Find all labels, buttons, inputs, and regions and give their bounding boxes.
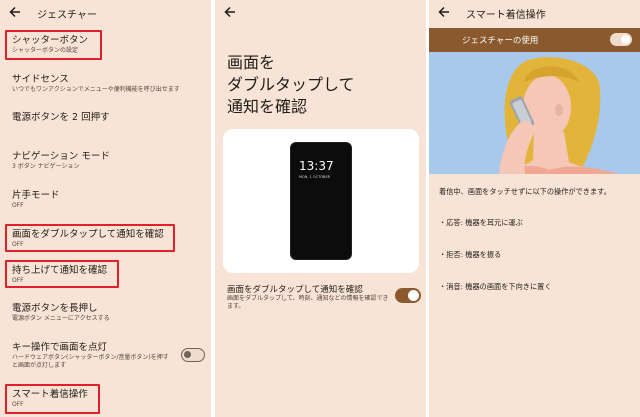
page-heading: 画面を ダブルタップして 通知を確認 [227, 53, 355, 116]
list-item-title: キー操作で画面を点灯 [12, 342, 108, 353]
bullet-reject: ・拒否: 機器を振る [439, 250, 502, 259]
toggle-knob [408, 290, 419, 301]
toggle-knob [184, 351, 191, 358]
back-arrow-icon[interactable] [222, 4, 238, 20]
preview-card: 13:37 MON, 1 OCTOBER [223, 129, 419, 273]
back-arrow-icon[interactable] [436, 4, 452, 20]
list-item-side-sense[interactable]: サイドセンス いつでもワンアクションでメニューや便利機能を呼び出せます [12, 73, 207, 94]
list-item-title: 電源ボタンを長押し [12, 303, 98, 314]
smart-call-panel: スマート着信操作 ジェスチャーの使用 着信中、画面をタッチせずに以下の操作ができ… [429, 0, 640, 417]
list-item-double-press-power[interactable]: 電源ボタンを 2 回押す [12, 111, 207, 124]
highlight-box [5, 30, 102, 60]
list-item-subtitle: OFF [12, 202, 24, 209]
list-item-key-wake-screen[interactable]: キー操作で画面を点灯 ハードウェアボタン(シャッターボタン/音量ボタン)を押すと… [12, 341, 182, 370]
list-item-one-handed-mode[interactable]: 片手モード OFF [12, 189, 207, 210]
list-item-title: 片手モード [12, 190, 60, 201]
person-on-phone-illustration [429, 52, 640, 174]
list-item-navigation-mode[interactable]: ナビゲーション モード 3 ボタン ナビゲーション [12, 150, 207, 171]
setting-title: 画面をダブルタップして通知を確認 [227, 285, 363, 295]
top-app-bar: スマート着信操作 [429, 0, 640, 26]
use-gesture-label: ジェスチャーの使用 [462, 36, 539, 46]
bullet-mute: ・消音: 機器の画面を下向きに置く [439, 282, 552, 291]
highlight-box [5, 224, 175, 252]
phone-clock: 13:37 [299, 159, 334, 173]
key-wake-toggle[interactable] [181, 348, 205, 362]
gesture-settings-panel: ジェスチャー シャッターボタン シャッターボタンの設定 サイドセンス いつでもワ… [0, 0, 211, 417]
list-item-subtitle: 3 ボタン ナビゲーション [12, 163, 80, 170]
list-item-subtitle: 電源ボタン メニューにアクセスする [12, 315, 110, 322]
list-item-subtitle: ハードウェアボタン(シャッターボタン/音量ボタン)を押すと画面が点灯します [12, 354, 169, 369]
list-item-long-press-power[interactable]: 電源ボタンを長押し 電源ボタン メニューにアクセスする [12, 302, 207, 323]
page-title: スマート着信操作 [466, 10, 546, 21]
list-item-title: サイドセンス [12, 74, 69, 85]
highlight-box [5, 260, 119, 288]
list-item-title: ナビゲーション モード [12, 151, 110, 162]
highlight-box [5, 384, 100, 414]
double-tap-panel: 画面を ダブルタップして 通知を確認 13:37 MON, 1 OCTOBER … [215, 0, 426, 417]
double-tap-toggle[interactable] [395, 288, 421, 303]
back-arrow-icon[interactable] [7, 4, 23, 20]
description-intro: 着信中、画面をタッチせずに以下の操作ができます。 [439, 187, 611, 196]
phone-date: MON, 1 OCTOBER [299, 175, 331, 179]
bullet-answer: ・応答: 機器を耳元に運ぶ [439, 218, 523, 227]
top-app-bar: ジェスチャー [0, 0, 211, 26]
toggle-knob [621, 35, 630, 44]
use-gesture-bar[interactable]: ジェスチャーの使用 [429, 28, 640, 52]
setting-subtitle: 画面をダブルタップして、時刻、通知などの情報を確認できます。 [227, 295, 389, 310]
phone-preview: 13:37 MON, 1 OCTOBER [290, 142, 352, 260]
page-title: ジェスチャー [37, 10, 97, 21]
list-item-title: 電源ボタンを 2 回押す [12, 112, 110, 123]
top-app-bar [215, 0, 426, 26]
list-item-subtitle: いつでもワンアクションでメニューや便利機能を呼び出せます [12, 86, 180, 93]
use-gesture-toggle[interactable] [610, 33, 632, 46]
